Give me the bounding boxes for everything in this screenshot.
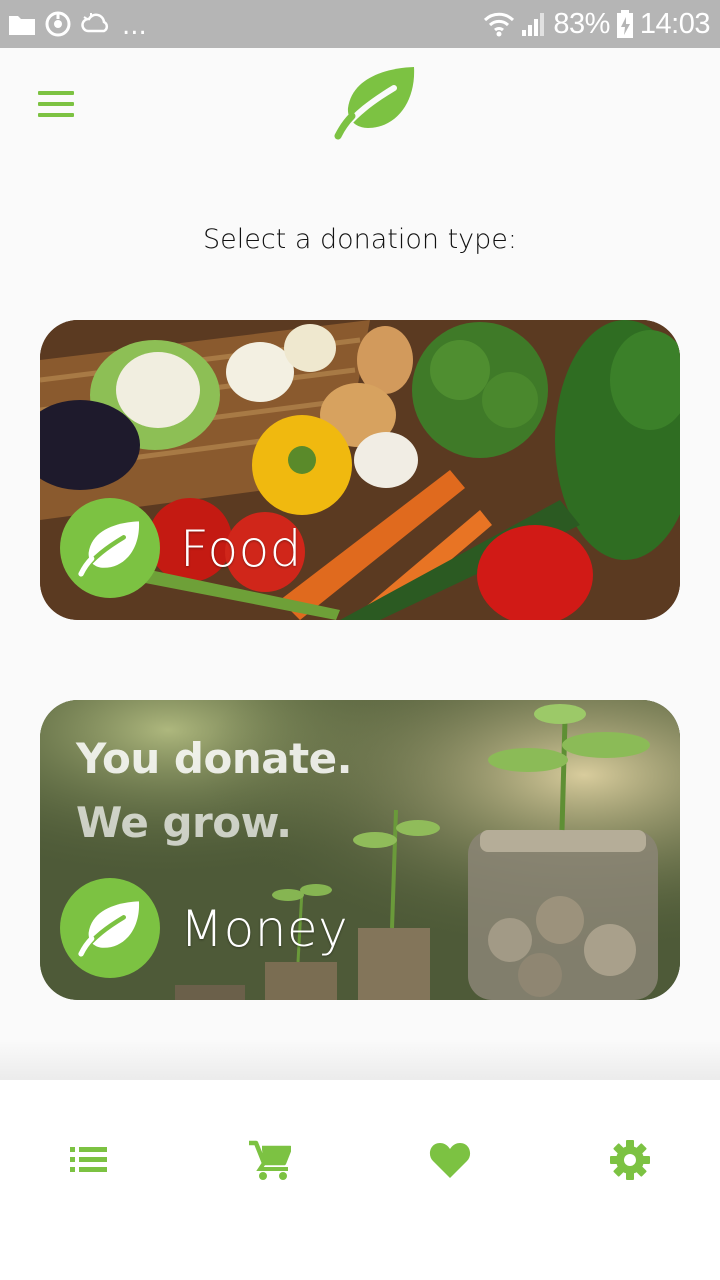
nav-favorites-button[interactable]: [410, 1130, 490, 1190]
status-right: 83% 14:03: [483, 6, 711, 42]
battery-percent: 83%: [553, 7, 610, 40]
overflow-indicator: ...: [122, 11, 147, 41]
bottom-navigation: [0, 1080, 720, 1280]
heart-icon: [429, 1143, 471, 1178]
folder-icon: [9, 16, 35, 35]
food-badge: [60, 498, 160, 598]
nav-settings-button[interactable]: [590, 1130, 670, 1190]
nav-cart-button[interactable]: [230, 1130, 310, 1190]
status-bar: ... 83% 14:03: [0, 0, 720, 48]
leaf-icon: [78, 901, 140, 957]
weather-icon: [81, 13, 109, 33]
donation-type-prompt: Select a donation type:: [202, 224, 518, 255]
leaf-logo-icon: [334, 67, 415, 140]
cart-icon: [249, 1140, 291, 1180]
sync-icon: [45, 11, 71, 37]
clock: 14:03: [639, 7, 711, 40]
food-label: Food: [180, 520, 302, 578]
settings-icon: [610, 1140, 650, 1180]
list-icon: [70, 1147, 107, 1172]
wifi-icon: [484, 12, 515, 37]
leaf-icon: [78, 521, 140, 577]
money-badge: [60, 878, 160, 978]
status-left: ...: [8, 8, 147, 41]
food-donation-card[interactable]: Food: [40, 320, 680, 620]
menu-line: [38, 91, 74, 95]
menu-line: [38, 102, 74, 106]
tagline-line-1: You donate.: [76, 734, 353, 783]
hamburger-menu-icon[interactable]: [30, 84, 82, 124]
tagline-line-2: We grow.: [76, 798, 292, 847]
bottom-nav-shadow: [0, 1040, 720, 1080]
money-donation-card[interactable]: You donate. We grow. Money: [40, 700, 680, 1000]
battery-icon: [616, 10, 633, 38]
money-label: Money: [180, 900, 349, 958]
nav-list-button[interactable]: [50, 1130, 130, 1190]
menu-line: [38, 113, 74, 117]
signal-icon: [522, 13, 545, 36]
